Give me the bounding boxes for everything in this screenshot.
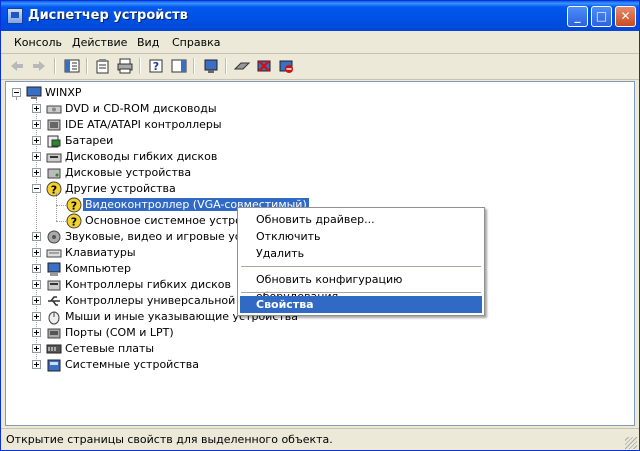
status-bar: Открытие страницы свойств для выделенног…: [1, 428, 639, 450]
minimize-button[interactable]: _: [567, 6, 588, 27]
expand-button[interactable]: [32, 104, 41, 113]
tree-item-label[interactable]: Компьютер: [65, 262, 131, 275]
ctx-separator: [241, 292, 481, 293]
svg-text:?: ?: [153, 60, 159, 73]
mouse-icon: [46, 309, 62, 325]
expand-button[interactable]: [32, 248, 41, 257]
keyboard-icon: [46, 245, 62, 261]
svg-text:?: ?: [71, 216, 77, 229]
ide-controller-icon: [46, 117, 62, 133]
expand-button[interactable]: [32, 264, 41, 273]
usb-icon: [46, 293, 62, 309]
unknown-device-icon: ?: [46, 181, 62, 197]
tree-item-label[interactable]: Сетевые платы: [65, 342, 154, 355]
resize-grip[interactable]: [625, 437, 637, 449]
tree-item-label[interactable]: Другие устройства: [65, 182, 176, 195]
collapse-button[interactable]: [32, 184, 41, 193]
floppy-controller-icon: [46, 277, 62, 293]
show-hide-action-pane-icon[interactable]: [170, 57, 188, 75]
expand-button[interactable]: [32, 168, 41, 177]
cdrom-icon: [46, 101, 62, 117]
menu-view[interactable]: Вид: [137, 36, 159, 49]
close-button[interactable]: ✕: [615, 6, 636, 27]
ctx-scan-hardware[interactable]: Обновить конфигурацию оборудования: [240, 271, 482, 303]
device-manager-icon: [7, 8, 23, 24]
svg-text:?: ?: [71, 200, 77, 213]
tree-item-label[interactable]: Клавиатуры: [65, 246, 136, 259]
expand-button[interactable]: [32, 344, 41, 353]
menu-bar: Консоль Действие Вид Справка: [1, 31, 639, 54]
unknown-device-icon: ?: [66, 197, 82, 213]
expand-button[interactable]: [32, 120, 41, 129]
floppy-icon: [46, 149, 62, 165]
back-icon[interactable]: [8, 57, 26, 75]
scan-hardware-icon[interactable]: [202, 57, 220, 75]
computer-root-icon: [26, 85, 42, 101]
network-icon: [46, 341, 62, 357]
system-icon: [46, 357, 62, 373]
ctx-uninstall[interactable]: Удалить: [240, 245, 482, 262]
expand-button[interactable]: [32, 232, 41, 241]
expand-button[interactable]: [32, 328, 41, 337]
window-title: Диспетчер устройств: [28, 8, 188, 23]
tree-root-label[interactable]: WINXP: [45, 86, 82, 99]
status-text: Открытие страницы свойств для выделенног…: [6, 433, 333, 446]
collapse-root-button[interactable]: [12, 88, 21, 97]
expand-button[interactable]: [32, 296, 41, 305]
ctx-update-driver[interactable]: Обновить драйвер...: [240, 211, 482, 228]
battery-icon: [46, 133, 62, 149]
toolbar: ?: [1, 54, 639, 80]
unknown-device-icon: ?: [66, 213, 82, 229]
update-driver-icon[interactable]: [233, 57, 251, 75]
tree-item-label[interactable]: Дисковые устройства: [65, 166, 191, 179]
computer-icon: [46, 261, 62, 277]
menu-help[interactable]: Справка: [172, 36, 220, 49]
print-icon[interactable]: [116, 57, 134, 75]
menu-action[interactable]: Действие: [72, 36, 127, 49]
tree-item-label[interactable]: DVD и CD-ROM дисководы: [65, 102, 217, 115]
expand-button[interactable]: [32, 136, 41, 145]
tree-item-label[interactable]: Порты (COM и LPT): [65, 326, 174, 339]
show-hide-console-tree-icon[interactable]: [63, 57, 81, 75]
expand-button[interactable]: [32, 152, 41, 161]
title-bar[interactable]: Диспетчер устройств _ □ ✕: [1, 1, 639, 31]
tree-item-label[interactable]: Контроллеры гибких дисков: [65, 278, 231, 291]
ctx-separator: [241, 266, 481, 267]
disk-icon: [46, 165, 62, 181]
tree-item-label[interactable]: Дисководы гибких дисков: [65, 150, 217, 163]
tree-item-label[interactable]: Батареи: [65, 134, 113, 147]
context-menu: Обновить драйвер... Отключить Удалить Об…: [237, 207, 485, 316]
maximize-button[interactable]: □: [591, 6, 612, 27]
tree-item-label[interactable]: Системные устройства: [65, 358, 199, 371]
properties-icon[interactable]: [94, 57, 112, 75]
expand-button[interactable]: [32, 360, 41, 369]
forward-icon[interactable]: [30, 57, 48, 75]
tree-item-label[interactable]: IDE ATA/ATAPI контроллеры: [65, 118, 222, 131]
uninstall-icon[interactable]: [255, 57, 273, 75]
sound-icon: [46, 229, 62, 245]
ctx-disable[interactable]: Отключить: [240, 228, 482, 245]
device-manager-window: Диспетчер устройств _ □ ✕ Консоль Действ…: [0, 0, 640, 451]
expand-button[interactable]: [32, 280, 41, 289]
port-icon: [46, 325, 62, 341]
disable-icon[interactable]: [277, 57, 295, 75]
ctx-properties[interactable]: Свойства: [240, 296, 482, 313]
help-icon[interactable]: ?: [147, 57, 165, 75]
menu-console[interactable]: Консоль: [14, 36, 62, 49]
expand-button[interactable]: [32, 312, 41, 321]
